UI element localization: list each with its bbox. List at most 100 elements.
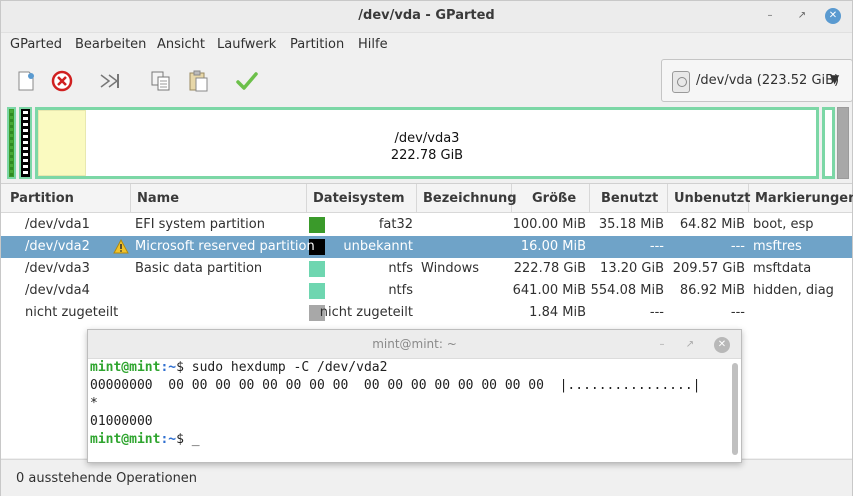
cell-fs: ntfs — [388, 261, 413, 276]
cell-fs: ntfs — [388, 283, 413, 298]
cell-name: Microsoft reserved partition — [135, 239, 315, 254]
col-name[interactable]: Name — [131, 184, 307, 213]
terminal-close-icon[interactable]: ✕ — [714, 337, 730, 353]
cell-partition: /dev/vda2 — [25, 239, 90, 254]
col-flags[interactable]: Markierungen — [749, 184, 853, 213]
cell-unused: --- — [730, 305, 745, 320]
terminal-command: sudo hexdump -C /dev/vda2 — [191, 360, 388, 375]
cell-fs: unbekannt — [343, 239, 413, 254]
menu-hilfe[interactable]: Hilfe — [358, 37, 388, 52]
cell-fs: nicht zugeteilt — [319, 305, 413, 320]
cell-fs: fat32 — [378, 217, 413, 232]
terminal-cursor: _ — [191, 432, 200, 447]
cell-flags: hidden, diag — [753, 283, 834, 298]
terminal-line-prompt: mint@mint:~$ _ — [90, 431, 726, 449]
menu-laufwerk[interactable]: Laufwerk — [217, 37, 276, 52]
cell-flags: msftdata — [753, 261, 812, 276]
table-row[interactable]: /dev/vda4 ntfs 641.00 MiB 554.08 MiB 86.92 M… — [1, 280, 852, 302]
diskmap-unallocated[interactable] — [837, 107, 849, 179]
diskmap-vda3-size: 222.78 GiB — [390, 148, 464, 163]
cell-used: 35.18 MiB — [598, 217, 664, 232]
table-row[interactable]: nicht zugeteilt nicht zugeteilt 1.84 MiB --… — [1, 302, 852, 324]
cell-flags: boot, esp — [753, 217, 814, 232]
cell-label: Windows — [421, 261, 480, 276]
col-label[interactable]: Bezeichnung — [417, 184, 517, 213]
filesystem-color-swatch — [309, 283, 325, 299]
device-label: /dev/vda (223.52 GiB) — [696, 73, 840, 88]
dropdown-arrow-icon: ▼ — [830, 72, 840, 86]
diskmap-vda1[interactable] — [7, 107, 16, 179]
col-partition[interactable]: Partition — [1, 184, 131, 213]
menu-ansicht[interactable]: Ansicht — [157, 37, 205, 52]
resize-move-icon[interactable] — [98, 69, 122, 93]
table-row[interactable]: /dev/vda1 EFI system partition fat32 100.00… — [1, 214, 852, 236]
title-bar: /dev/vda - GParted – ↗ ✕ — [1, 1, 852, 33]
cell-partition: /dev/vda3 — [25, 261, 90, 276]
apply-icon[interactable] — [235, 69, 259, 93]
terminal-minimize-icon[interactable]: – — [654, 337, 670, 353]
cell-unused: 64.82 MiB — [679, 217, 745, 232]
prompt-path: :~ — [160, 432, 177, 447]
terminal-output[interactable]: mint@mint:~$ sudo hexdump -C /dev/vda2 00… — [90, 359, 726, 463]
terminal-title-bar: mint@mint: ~ – ↗ ✕ — [88, 330, 741, 359]
table-header: Partition Name Dateisystem Bezeichnung G… — [1, 184, 853, 213]
cell-partition: /dev/vda1 — [25, 217, 90, 232]
col-size[interactable]: Größe — [512, 184, 590, 213]
maximize-icon[interactable]: ↗ — [794, 8, 810, 24]
menu-bearbeiten[interactable]: Bearbeiten — [75, 37, 146, 52]
disk-icon — [672, 71, 690, 93]
prompt-symbol: $ — [176, 360, 192, 375]
terminal-line-command: mint@mint:~$ sudo hexdump -C /dev/vda2 — [90, 359, 726, 377]
close-icon[interactable]: ✕ — [825, 8, 841, 24]
cell-used: --- — [649, 239, 664, 254]
cell-unused: --- — [730, 239, 745, 254]
filesystem-color-swatch — [309, 261, 325, 277]
minimize-icon[interactable]: – — [762, 8, 778, 24]
diskmap-vda3-name: /dev/vda3 — [394, 131, 460, 146]
new-icon[interactable] — [14, 69, 38, 93]
prompt-path: :~ — [160, 360, 177, 375]
terminal-title: mint@mint: ~ — [372, 337, 457, 351]
window-title: /dev/vda - GParted — [358, 8, 495, 23]
pending-operations: 0 ausstehende Operationen — [16, 471, 198, 486]
status-bar: 0 ausstehende Operationen — [1, 459, 852, 496]
cell-partition: nicht zugeteilt — [25, 305, 119, 320]
table-row[interactable]: /dev/vda2 Microsoft reserved partition unb… — [1, 236, 852, 258]
terminal-line-output1: 00000000 00 00 00 00 00 00 00 00 00 00 0… — [90, 378, 701, 393]
paste-icon[interactable] — [187, 69, 211, 93]
cell-partition: /dev/vda4 — [25, 283, 90, 298]
col-used[interactable]: Benutzt — [590, 184, 668, 213]
diskmap-vda3[interactable]: /dev/vda3 222.78 GiB — [35, 107, 819, 179]
cell-name: Basic data partition — [135, 261, 263, 276]
prompt-user: mint@mint — [90, 432, 161, 447]
terminal-scrollbar[interactable] — [732, 363, 738, 455]
copy-icon[interactable] — [149, 69, 173, 93]
terminal-line-output2: * — [90, 396, 98, 411]
cell-size: 641.00 MiB — [512, 283, 586, 298]
menu-partition[interactable]: Partition — [290, 37, 344, 52]
cell-used: 554.08 MiB — [590, 283, 664, 298]
cell-size: 100.00 MiB — [512, 217, 586, 232]
menu-gparted[interactable]: GParted — [10, 37, 62, 52]
delete-icon[interactable] — [50, 69, 74, 93]
disk-map: /dev/vda3 222.78 GiB — [1, 105, 852, 181]
cell-unused: 86.92 MiB — [679, 283, 745, 298]
warning-icon — [113, 239, 129, 254]
cell-used: --- — [649, 305, 664, 320]
cell-name: EFI system partition — [135, 217, 265, 232]
col-unused[interactable]: Unbenutzt — [668, 184, 750, 213]
cell-size: 1.84 MiB — [529, 305, 586, 320]
cell-size: 16.00 MiB — [520, 239, 586, 254]
cell-unused: 209.57 GiB — [672, 261, 745, 276]
menu-bar: GParted Bearbeiten Ansicht Laufwerk Part… — [1, 33, 852, 57]
diskmap-vda4[interactable] — [822, 107, 835, 179]
table-row[interactable]: /dev/vda3 Basic data partition ntfs Windows… — [1, 258, 852, 280]
terminal-maximize-icon[interactable]: ↗ — [682, 337, 698, 353]
diskmap-vda2[interactable] — [19, 107, 32, 179]
prompt-symbol: $ — [176, 432, 192, 447]
device-selector[interactable]: /dev/vda (223.52 GiB) ▼ — [661, 59, 853, 102]
col-filesystem[interactable]: Dateisystem — [307, 184, 417, 213]
filesystem-color-swatch — [309, 217, 325, 233]
prompt-user: mint@mint — [90, 360, 161, 375]
terminal-window[interactable]: mint@mint: ~ – ↗ ✕ mint@mint:~$ sudo hex… — [87, 329, 742, 463]
